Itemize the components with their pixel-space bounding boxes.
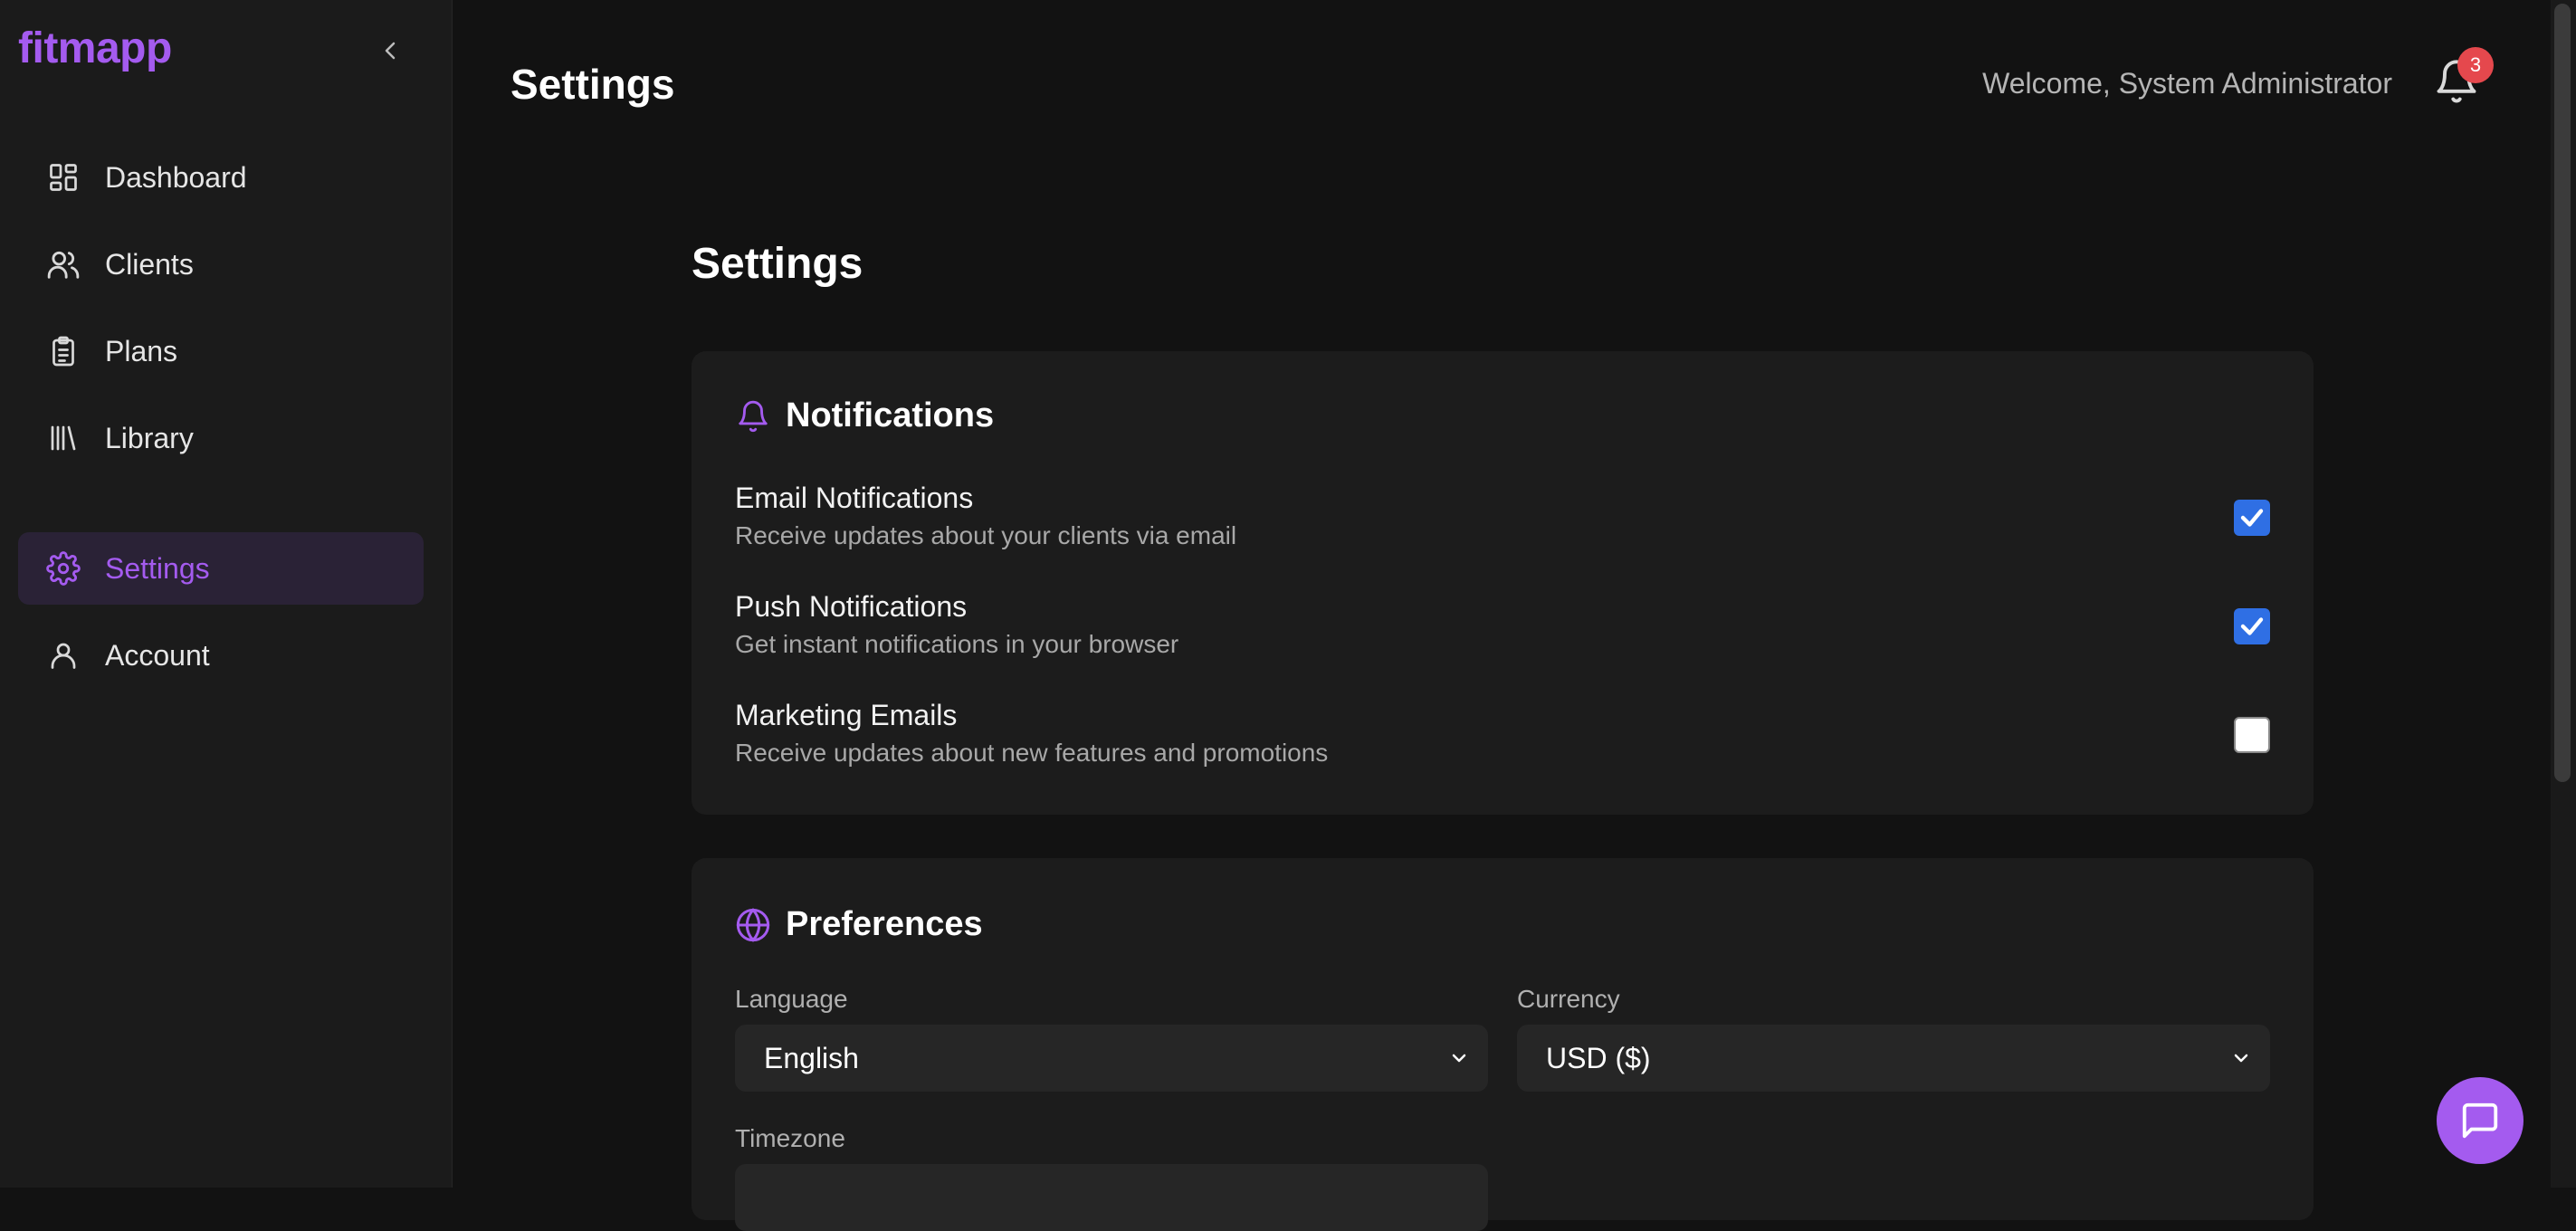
timezone-select[interactable] [735,1164,1488,1231]
row-description: Get instant notifications in your browse… [735,630,1179,658]
sidebar-item-account[interactable]: Account [18,619,424,692]
chat-button[interactable] [2437,1077,2524,1164]
scrollbar-thumb[interactable] [2554,4,2571,782]
push-notifications-checkbox[interactable] [2234,608,2270,644]
globe-icon [735,907,771,943]
header-title: Settings [510,61,675,108]
notification-badge: 3 [2457,47,2494,83]
chevron-left-icon [385,42,396,60]
gear-icon [45,550,81,587]
users-icon [45,246,81,282]
preferences-card: Preferences Language English Currency US… [692,858,2314,1231]
marketing-emails-row: Marketing Emails Receive updates about n… [735,699,2270,789]
chat-icon [2462,1102,2498,1139]
notifications-card: Notifications Email Notifications Receiv… [692,351,2314,815]
currency-label: Currency [1517,985,1620,1013]
language-value: English [764,1041,859,1074]
chevron-down-icon [1452,1054,1466,1063]
row-description: Receive updates about your clients via e… [735,521,1237,549]
collapse-sidebar-button[interactable] [373,33,409,69]
row-description: Receive updates about new features and p… [735,739,1329,767]
sidebar-item-label: Plans [105,334,178,367]
clipboard-icon [45,333,81,369]
push-notifications-row: Push Notifications Get instant notificat… [735,590,2270,681]
currency-value: USD ($) [1546,1041,1651,1074]
timezone-label: Timezone [735,1124,845,1152]
sidebar-item-dashboard[interactable]: Dashboard [18,141,424,214]
welcome-text: Welcome, System Administrator [1982,67,2392,100]
email-notifications-checkbox[interactable] [2234,500,2270,536]
row-title: Email Notifications [735,482,974,514]
page-title: Settings [692,240,863,288]
sidebar-item-clients[interactable]: Clients [18,228,424,301]
user-icon [45,637,81,673]
sidebar-item-label: Account [105,638,210,672]
sidebar-item-label: Dashboard [105,160,247,194]
email-notifications-row: Email Notifications Receive updates abou… [735,482,2270,572]
language-label: Language [735,985,848,1013]
marketing-emails-checkbox[interactable] [2234,717,2270,753]
sidebar: fitmapp Dashboard Clients Plans Library … [0,0,453,1188]
sidebar-item-plans[interactable]: Plans [18,315,424,387]
currency-select[interactable]: USD ($) [1517,1025,2270,1092]
checkmark-icon [2240,617,2264,635]
notifications-header: Notifications [735,396,994,435]
preferences-title: Preferences [786,905,983,943]
sidebar-item-label: Settings [105,551,210,585]
language-select[interactable]: English [735,1025,1488,1092]
chevron-down-icon [2234,1054,2248,1063]
app-logo[interactable]: fitmapp [18,24,172,73]
sidebar-item-label: Clients [105,247,194,281]
row-title: Marketing Emails [735,699,958,731]
bell-icon [735,398,771,434]
library-icon [45,420,81,456]
row-title: Push Notifications [735,590,968,623]
notifications-title: Notifications [786,396,995,434]
sidebar-item-settings[interactable]: Settings [18,532,424,605]
sidebar-item-label: Library [105,421,194,454]
checkmark-icon [2240,509,2264,527]
sidebar-item-library[interactable]: Library [18,402,424,474]
dashboard-icon [45,159,81,196]
preferences-header: Preferences [735,905,983,944]
